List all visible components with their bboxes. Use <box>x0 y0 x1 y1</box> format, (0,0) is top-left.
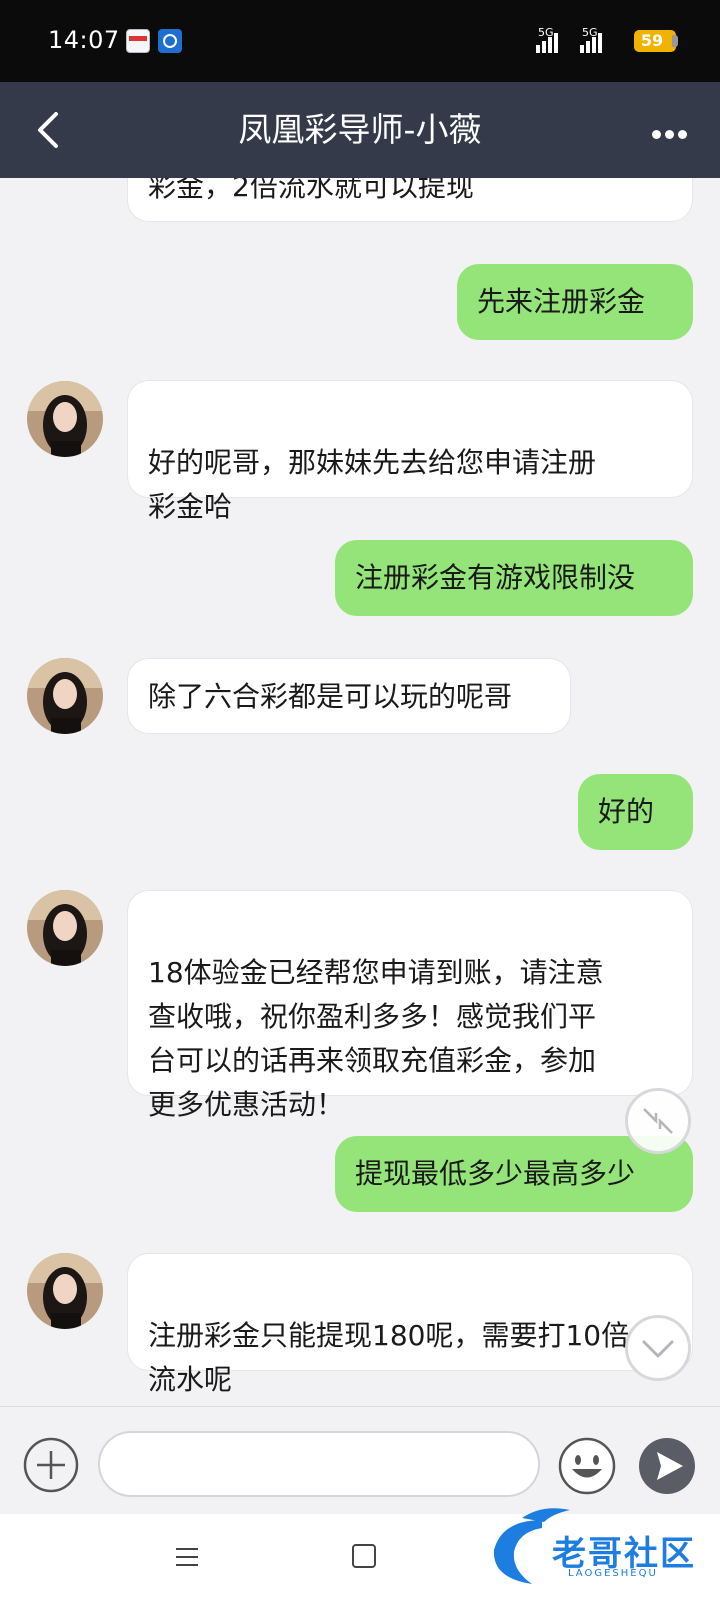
status-time: 14:07 <box>48 26 120 54</box>
message-text: 注册彩金有游戏限制没 <box>355 561 636 594</box>
collapse-window-button[interactable] <box>625 1088 691 1154</box>
send-icon <box>639 1438 695 1494</box>
more-dot <box>665 130 674 139</box>
plus-icon <box>23 1437 79 1493</box>
avatar[interactable] <box>27 658 103 734</box>
recent-apps-button[interactable] <box>174 1544 200 1570</box>
battery-icon: 59 <box>634 30 678 52</box>
battery-level: 59 <box>640 31 664 50</box>
menu-icon <box>176 1548 198 1566</box>
message-text: 好的呢哥，那妹妹先去给您申请注册 彩金哈 <box>148 446 597 523</box>
contact-avatar-icon <box>27 658 103 734</box>
message-text: 先来注册彩金 <box>477 285 646 318</box>
contact-avatar-icon <box>27 890 103 966</box>
incoming-message: 注册彩金只能提现180呢，需要打10倍 流水呢 <box>127 1253 693 1396</box>
input-bar <box>0 1406 720 1515</box>
avatar[interactable] <box>27 381 103 457</box>
incoming-message: 彩金，2倍流水就可以提现 <box>127 178 693 222</box>
notification-app-icon <box>158 29 182 53</box>
more-dot <box>652 130 661 139</box>
message-text: 彩金，2倍流水就可以提现 <box>148 178 474 203</box>
add-attachment-button[interactable] <box>22 1436 80 1494</box>
message-text: 除了六合彩都是可以玩的呢哥 <box>148 680 513 713</box>
emoji-icon <box>558 1437 616 1495</box>
watermark-logo: 老哥社区 LAOGESHEQU <box>482 1500 712 1592</box>
notification-app-icon <box>126 29 150 53</box>
avatar[interactable] <box>27 1253 103 1329</box>
more-dot <box>678 130 687 139</box>
message-text: 提现最低多少最高多少 <box>355 1157 636 1190</box>
contact-avatar-icon <box>27 381 103 457</box>
chat-title: 凤凰彩导师-小薇 <box>238 110 482 149</box>
send-button[interactable] <box>637 1436 697 1496</box>
incoming-message: 好的呢哥，那妹妹先去给您申请注册 彩金哈 <box>127 380 693 523</box>
emoji-button[interactable] <box>557 1436 617 1496</box>
incoming-message: 18体验金已经帮您申请到账，请注意 查收哦，祝你盈利多多！感觉我们平 台可以的话… <box>127 890 693 1121</box>
outgoing-message: 注册彩金有游戏限制没 <box>335 540 693 616</box>
message-input[interactable] <box>98 1431 540 1497</box>
avatar[interactable] <box>27 890 103 966</box>
message-text: 18体验金已经帮您申请到账，请注意 查收哦，祝你盈利多多！感觉我们平 台可以的话… <box>148 956 604 1121</box>
outgoing-message: 先来注册彩金 <box>457 264 693 340</box>
chat-header: 凤凰彩导师-小薇 <box>0 82 720 178</box>
watermark-subtext: LAOGESHEQU <box>568 1568 658 1579</box>
home-button[interactable] <box>352 1544 376 1568</box>
scroll-to-bottom-button[interactable] <box>625 1315 691 1381</box>
message-list[interactable]: 彩金，2倍流水就可以提现 先来注册彩金 好的呢哥，那妹妹先去给您申请注册 彩金哈… <box>0 178 720 1406</box>
collapse-icon <box>643 1108 673 1134</box>
signal-icon: 5G <box>528 26 572 53</box>
outgoing-message: 好的 <box>578 774 693 850</box>
signal-icon: 5G <box>572 26 616 53</box>
status-bar: 14:07 5G 5G 59 <box>0 0 720 82</box>
more-button[interactable] <box>652 124 696 139</box>
chevron-down-icon <box>642 1340 674 1358</box>
contact-avatar-icon <box>27 1253 103 1329</box>
message-text: 注册彩金只能提现180呢，需要打10倍 流水呢 <box>148 1319 630 1396</box>
incoming-message: 除了六合彩都是可以玩的呢哥 <box>127 658 571 734</box>
message-text: 好的 <box>598 795 655 828</box>
